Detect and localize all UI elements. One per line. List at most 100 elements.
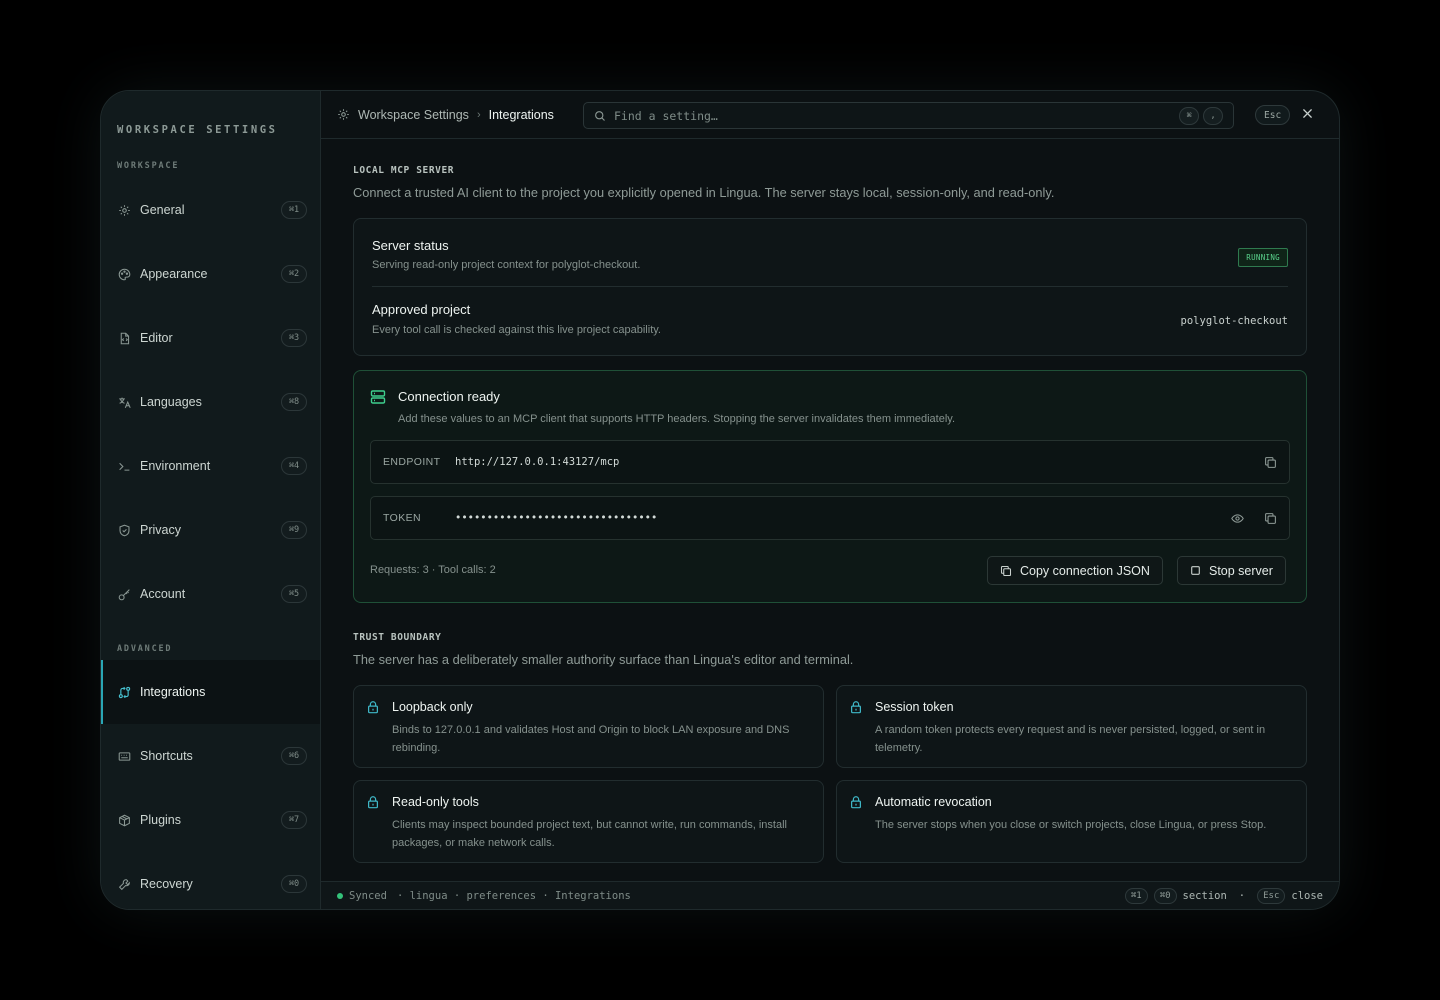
copy-icon[interactable]: [1264, 456, 1277, 469]
trust-tile-title: Loopback only: [392, 700, 473, 714]
integrations-icon: [117, 685, 131, 699]
sidebar-item-shortcuts[interactable]: Shortcuts ⌘6: [101, 724, 320, 788]
stop-icon: [1190, 565, 1201, 576]
status-badge: RUNNING: [1238, 248, 1288, 267]
eye-icon[interactable]: [1231, 512, 1244, 525]
trust-tile-loopback: Loopback only Binds to 127.0.0.1 and val…: [353, 685, 824, 768]
settings-window: WORKSPACE SETTINGS WORKSPACE General ⌘1 …: [100, 90, 1340, 910]
button-label: Stop server: [1209, 563, 1273, 578]
sidebar-item-label: Languages: [140, 395, 202, 409]
gear-icon: [337, 108, 350, 121]
shortcut-badge: ⌘8: [281, 393, 307, 411]
copy-icon[interactable]: [1264, 512, 1277, 525]
lock-icon: [849, 795, 863, 809]
sidebar-item-integrations[interactable]: Integrations: [101, 660, 320, 724]
approved-project-title: Approved project: [372, 302, 471, 317]
search-icon: [594, 110, 606, 122]
status-bar: Synced · lingua · preferences · Integrat…: [321, 881, 1339, 909]
section-heading-mcp: LOCAL MCP SERVER: [353, 165, 455, 176]
shortcut-badge: ⌘5: [281, 585, 307, 603]
file-code-icon: [117, 331, 131, 345]
sidebar-item-appearance[interactable]: Appearance ⌘2: [101, 242, 320, 306]
request-stats: Requests: 3 · Tool calls: 2: [370, 564, 496, 576]
sidebar-item-languages[interactable]: Languages ⌘8: [101, 370, 320, 434]
sync-status-dot: [337, 892, 343, 899]
sidebar-item-environment[interactable]: Environment ⌘4: [101, 434, 320, 498]
copy-connection-json-button[interactable]: Copy connection JSON: [987, 556, 1163, 585]
separator: ·: [1238, 889, 1246, 902]
close-icon[interactable]: [1301, 107, 1314, 120]
sidebar-item-general[interactable]: General ⌘1: [101, 178, 320, 242]
lock-icon: [849, 700, 863, 714]
sidebar-item-label: Editor: [140, 331, 173, 345]
connection-description: Add these values to an MCP client that s…: [398, 413, 956, 425]
status-shortcuts: ⌘1 ⌘0 section · Esc close: [1124, 887, 1323, 904]
endpoint-label: ENDPOINT: [383, 456, 441, 468]
endpoint-field: ENDPOINT http://127.0.0.1:43127/mcp: [370, 440, 1290, 484]
server-info-card: Server status Serving read-only project …: [353, 218, 1307, 356]
sidebar-item-privacy[interactable]: Privacy ⌘9: [101, 498, 320, 562]
sidebar-item-label: Appearance: [140, 267, 208, 281]
endpoint-value[interactable]: http://127.0.0.1:43127/mcp: [455, 456, 1244, 468]
shortcut-badge: ⌘4: [281, 457, 307, 475]
sidebar-group-workspace: WORKSPACE: [117, 161, 180, 171]
connection-card: Connection ready Add these values to an …: [353, 370, 1307, 603]
search-input[interactable]: [614, 108, 1175, 123]
sidebar: WORKSPACE SETTINGS WORKSPACE General ⌘1 …: [101, 91, 321, 909]
server-status-title: Server status: [372, 238, 449, 253]
close-hint: close: [1291, 889, 1323, 902]
sidebar-item-account[interactable]: Account ⌘5: [101, 562, 320, 626]
sidebar-item-label: Account: [140, 587, 186, 601]
trust-tile-read-only: Read-only tools Clients may inspect boun…: [353, 780, 824, 863]
sidebar-item-label: Integrations: [140, 685, 206, 699]
breadcrumb-root[interactable]: Workspace Settings: [358, 108, 469, 122]
sidebar-item-label: Plugins: [140, 813, 181, 827]
sidebar-item-label: Environment: [140, 459, 211, 473]
sidebar-group-advanced: ADVANCED: [117, 644, 173, 654]
trust-tile-description: A random token protects every request an…: [875, 724, 1266, 754]
connection-title: Connection ready: [398, 389, 500, 404]
trust-tile-description: Binds to 127.0.0.1 and validates Host an…: [392, 724, 790, 754]
status-path: · lingua · preferences · Integrations: [396, 889, 631, 902]
shortcut-badge: ⌘1: [1124, 887, 1148, 904]
sidebar-item-recovery[interactable]: Recovery ⌘0: [101, 852, 320, 909]
shortcut-badge: Esc: [1257, 887, 1286, 904]
server-status-subtitle: Serving read-only project context for po…: [372, 259, 641, 271]
trust-tile-title: Session token: [875, 700, 954, 714]
trust-tile-title: Automatic revocation: [875, 795, 992, 809]
breadcrumb-current: Integrations: [488, 107, 554, 122]
token-value: ••••••••••••••••••••••••••••••••: [455, 512, 658, 524]
sidebar-item-editor[interactable]: Editor ⌘3: [101, 306, 320, 370]
approved-project-subtitle: Every tool call is checked against this …: [372, 324, 661, 336]
shield-icon: [117, 523, 131, 537]
translate-icon: [117, 395, 131, 409]
trust-tile-revocation: Automatic revocation The server stops wh…: [836, 780, 1307, 863]
chevron-right-icon: ›: [476, 108, 481, 121]
lock-icon: [366, 795, 380, 809]
trust-tile-title: Read-only tools: [392, 795, 479, 809]
shortcut-badge: ⌘7: [281, 811, 307, 829]
token-field: TOKEN ••••••••••••••••••••••••••••••••: [370, 496, 1290, 540]
shortcut-badge: ⌘2: [281, 265, 307, 283]
approved-project-value: polyglot-checkout: [1180, 315, 1288, 327]
copy-icon: [1000, 565, 1012, 577]
shortcut-badge: ⌘9: [281, 521, 307, 539]
search-box: ⌘ ,: [583, 102, 1234, 129]
sidebar-item-label: Recovery: [140, 877, 193, 891]
section-heading-trust: TRUST BOUNDARY: [353, 632, 442, 643]
section-description-trust: The server has a deliberately smaller au…: [353, 652, 854, 667]
keyboard-icon: [117, 749, 131, 763]
esc-button[interactable]: Esc: [1255, 105, 1291, 125]
palette-icon: [117, 267, 131, 281]
package-icon: [117, 813, 131, 827]
section-description-mcp: Connect a trusted AI client to the proje…: [353, 185, 1055, 200]
main-panel: Workspace Settings › Integrations ⌘ , Es…: [321, 91, 1339, 909]
stop-server-button[interactable]: Stop server: [1177, 556, 1286, 585]
button-label: Copy connection JSON: [1020, 563, 1150, 578]
sidebar-item-label: Privacy: [140, 523, 181, 537]
sidebar-item-plugins[interactable]: Plugins ⌘7: [101, 788, 320, 852]
lock-icon: [366, 700, 380, 714]
sidebar-item-label: General: [140, 203, 185, 217]
search-shortcut-comma: ,: [1203, 106, 1223, 125]
search-shortcut-cmd: ⌘: [1179, 106, 1199, 125]
